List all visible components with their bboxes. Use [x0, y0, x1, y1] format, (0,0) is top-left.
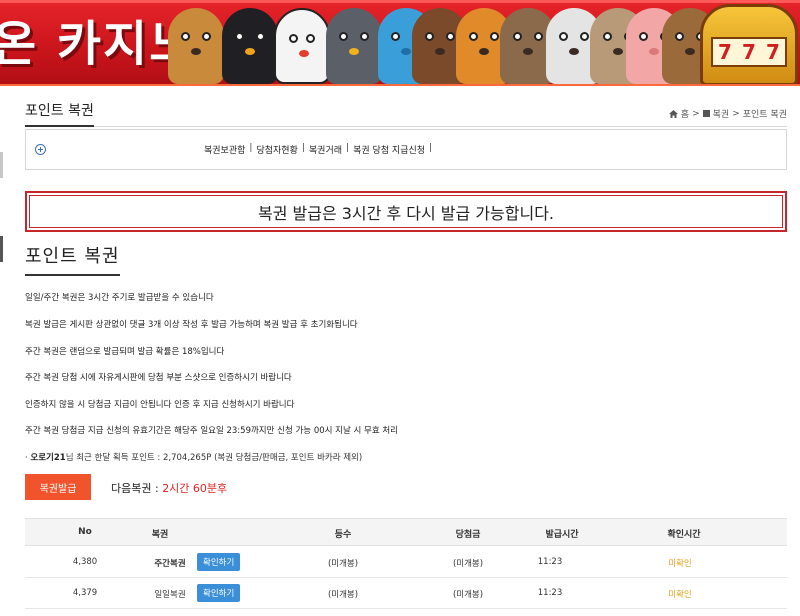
- slot-symbol: 7: [718, 40, 732, 64]
- user-nickname: 오로기21: [30, 453, 66, 463]
- column-header-issued-time: 발급시간: [545, 530, 579, 540]
- confirm-lottery-button[interactable]: 확인하기: [197, 584, 241, 602]
- submenu-lottery-trade[interactable]: 복권거래: [309, 143, 342, 156]
- sidebar-edge: [0, 236, 3, 262]
- table-row: 4,380 주간복권 확인하기 (미개봉) (미개봉) 11:23 미확인: [25, 547, 787, 578]
- confirmed-status: 미확인: [668, 559, 692, 569]
- confirmed-status: 미확인: [668, 590, 692, 600]
- lottery-submenu: 복권보관함 | 당첨자현황 | 복권거래 | 복권 당첨 지급신청 |: [25, 129, 787, 170]
- submenu-prize-request[interactable]: 복권 당첨 지급신청: [353, 143, 425, 156]
- breadcrumb-lottery[interactable]: 복권: [713, 107, 730, 120]
- issued-time: 11:23: [537, 588, 563, 598]
- site-banner[interactable]: 온 카지노 7 7 7: [0, 0, 800, 86]
- row-number: 4,379: [72, 588, 98, 598]
- table-row: 4,379 일일복권 확인하기 (미개봉) (미개봉) 11:23 미확인: [25, 578, 787, 609]
- next-lottery-label: 다음복권 :: [111, 482, 159, 495]
- row-number: 4,380: [72, 557, 98, 567]
- column-header-rank: 등수: [334, 530, 352, 540]
- lottery-type: 주간복권: [154, 559, 186, 569]
- breadcrumb-separator: >: [732, 108, 740, 119]
- sidebar-edge: [0, 152, 3, 178]
- column-header-no: No: [78, 527, 92, 537]
- bird-mascot-image: [274, 8, 330, 84]
- confirm-lottery-button[interactable]: 확인하기: [197, 553, 241, 571]
- rule-item: 주간 복권 당첨금 지급 신청의 유효기간은 해당주 일요일 23:59까지만 …: [25, 426, 399, 436]
- next-lottery-info: 다음복권 : 2시간 60분후: [111, 480, 227, 496]
- issue-notice-text: 복권 발급은 3시간 후 다시 발급 가능합니다.: [29, 195, 783, 228]
- points-text: 님 최근 한달 획득 포인트 : 2,704,265P (복권 당첨금/판매금,…: [65, 453, 363, 463]
- rank-value: (미개봉): [327, 559, 359, 569]
- home-icon: [668, 109, 678, 118]
- issue-lottery-button[interactable]: 복권발급: [25, 474, 91, 500]
- slot-reels: 7 7 7: [711, 37, 787, 67]
- board-icon: [702, 110, 710, 117]
- submenu-winners[interactable]: 당첨자현황: [256, 143, 297, 156]
- section-heading: 포인트 복권: [25, 246, 120, 276]
- bullet: ·: [25, 453, 28, 463]
- rule-item: 주간 복권 당첨 시에 자유게시판에 당첨 부분 스샷으로 인증하시기 바랍니다: [25, 373, 292, 383]
- rule-item: 인증하지 않을 시 당첨금 지급이 안됩니다 인증 후 지급 신청하시기 바랍니…: [25, 400, 295, 410]
- site-logo-text[interactable]: 온 카지노: [0, 16, 195, 72]
- lottery-type: 일일복권: [154, 590, 186, 600]
- breadcrumb-home[interactable]: 홈: [681, 107, 689, 120]
- breadcrumb: 홈 > 복권 > 포인트 복권: [668, 107, 787, 120]
- rule-item: 일일/주간 복권은 3시간 주기로 발급받을 수 있습니다: [25, 293, 214, 303]
- penguin-mascot-image: [222, 8, 278, 84]
- rank-value: (미개봉): [327, 590, 359, 600]
- plus-circle-icon[interactable]: [35, 144, 46, 155]
- column-header-lottery: 복권: [151, 530, 169, 540]
- slot-symbol: 7: [742, 40, 756, 64]
- next-lottery-timer: 2시간 60분후: [162, 482, 228, 495]
- slot-machine-image: 7 7 7: [700, 4, 798, 86]
- breadcrumb-current: 포인트 복권: [742, 110, 787, 120]
- table-header: No 복권 등수 당첨금 발급시간 확인시간: [25, 518, 787, 546]
- prize-value: (미개봉): [452, 559, 484, 569]
- owl-mascot-image: [326, 8, 382, 84]
- column-header-prize: 당첨금: [455, 530, 481, 540]
- banner-top-stripe: [0, 0, 800, 3]
- page-header: 포인트 복권 홈 > 복권 > 포인트 복권: [25, 100, 787, 127]
- issued-time: 11:23: [537, 557, 563, 567]
- monthly-points-info: · 오로기21님 최근 한달 획득 포인트 : 2,704,265P (복권 당…: [25, 451, 362, 463]
- banner-bottom-stripe: [0, 84, 800, 86]
- submenu-lottery-storage[interactable]: 복권보관함: [204, 143, 245, 156]
- rule-item: 주간 복권은 랜덤으로 발급되며 발급 확률은 18%입니다: [25, 347, 225, 357]
- issue-notice: 복권 발급은 3시간 후 다시 발급 가능합니다.: [25, 191, 787, 232]
- slot-symbol: 7: [766, 40, 780, 64]
- lion-mascot-image: [168, 8, 224, 84]
- prize-value: (미개봉): [452, 590, 484, 600]
- submenu-links: 복권보관함 | 당첨자현황 | 복권거래 | 복권 당첨 지급신청 |: [204, 143, 433, 156]
- page-title: 포인트 복권: [25, 102, 94, 127]
- column-header-confirmed-time: 확인시간: [667, 530, 701, 540]
- rule-item: 복권 발급은 게시판 상관없이 댓글 3개 이상 작성 후 발급 가능하며 복권…: [25, 320, 358, 330]
- breadcrumb-separator: >: [692, 108, 700, 119]
